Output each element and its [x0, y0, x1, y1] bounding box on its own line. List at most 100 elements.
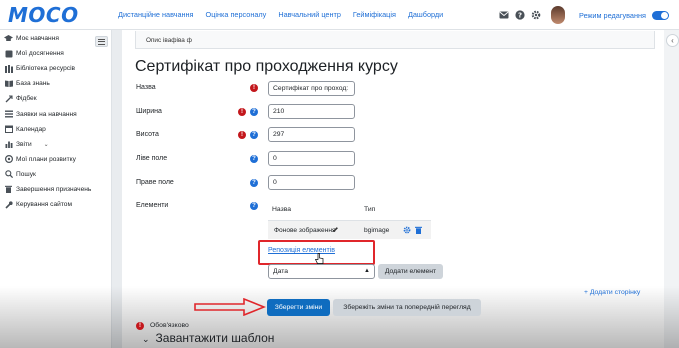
right-drawer-rail	[664, 30, 679, 348]
trophy-icon	[4, 50, 13, 58]
table-header-type: Тип	[364, 206, 376, 213]
table-row: Фонове зображення bgimage	[268, 220, 431, 239]
element-type-select-value: Дата	[273, 268, 289, 275]
hand-cursor-icon	[315, 253, 324, 264]
sidebar-item-label: Заявки на навчання	[16, 110, 77, 118]
sidebar-item-label: Завершення призначень	[16, 185, 92, 193]
sidebar-item-resource-library[interactable]: Бібліотека ресурсів	[0, 61, 111, 76]
required-icon: !	[250, 84, 258, 92]
element-type: bgimage	[364, 227, 390, 234]
edit-mode-toggle[interactable]	[652, 10, 669, 20]
trash-icon	[4, 185, 13, 194]
nav-link-assessment[interactable]: Оцінка персоналу	[200, 10, 273, 19]
element-type-select[interactable]: Дата ▲︎	[268, 264, 375, 279]
help-icon[interactable]: ?	[250, 131, 258, 139]
sidebar-item-label: Моє навчання	[16, 35, 59, 43]
edit-mode-label: Режим редагування	[579, 10, 646, 20]
element-name: Фонове зображення	[274, 227, 336, 234]
sidebar-item-label: Бібліотека ресурсів	[16, 65, 76, 73]
chevron-down-icon: ▲︎	[364, 268, 370, 274]
chevron-left-icon[interactable]: ‹	[666, 34, 679, 47]
left-sidebar: Моє навчання Мої досягнення Бібліотека р…	[0, 30, 112, 348]
sidebar-item-search[interactable]: Пошук	[0, 167, 111, 182]
nav-link-distance-learning[interactable]: Дистанційне навчання	[112, 10, 200, 19]
name-label: Назва	[136, 84, 156, 91]
wrench-icon	[4, 200, 13, 209]
page-title: Сертифікат про проходження курсу	[135, 58, 398, 75]
library-icon	[4, 64, 13, 73]
upload-template-section[interactable]: ⌄ Завантажити шаблон	[142, 331, 274, 345]
required-icon: !	[136, 322, 144, 330]
add-element-button[interactable]: Додати елемент	[378, 264, 443, 279]
search-icon	[4, 170, 13, 179]
sidebar-item-label: Мої досягнення	[16, 50, 64, 58]
help-icon[interactable]: ?	[250, 155, 258, 163]
required-note: Обов'язково	[150, 322, 189, 329]
gear-icon[interactable]	[403, 226, 411, 236]
graduation-cap-icon	[4, 35, 13, 43]
gear-icon[interactable]	[531, 10, 541, 20]
sidebar-item-reports[interactable]: Звіти ⌄	[0, 137, 111, 152]
help-icon[interactable]: ?	[250, 179, 258, 187]
svg-text:?: ?	[518, 11, 522, 19]
chevron-down-icon: ⌄	[142, 334, 150, 344]
sidebar-item-calendar[interactable]: Календар	[0, 122, 111, 137]
add-page-link[interactable]: + Додати сторінку	[584, 289, 640, 296]
sidebar-item-complete-assignments[interactable]: Завершення призначень	[0, 182, 111, 197]
table-header-name: Назва	[272, 206, 292, 213]
help-icon[interactable]: ?	[250, 108, 258, 116]
sidebar-item-label: База знань	[16, 80, 50, 88]
sidebar-item-label: Календар	[16, 125, 46, 133]
sidebar-item-development-plans[interactable]: Мої плани розвитку	[0, 152, 111, 167]
feedback-icon	[4, 95, 13, 103]
sidebar-item-label: Фідбек	[16, 95, 37, 103]
width-input[interactable]: 210	[268, 104, 355, 119]
name-input[interactable]: Сертифікат про проход:	[268, 81, 355, 96]
sidebar-item-feedback[interactable]: Фідбек	[0, 91, 111, 106]
user-avatar[interactable]	[551, 6, 566, 24]
sidebar-toggle-button[interactable]	[95, 36, 108, 47]
elements-label: Елементи	[136, 202, 169, 209]
required-icon: !	[238, 108, 246, 116]
sidebar-item-achievements[interactable]: Мої досягнення	[0, 46, 111, 61]
trash-icon[interactable]	[415, 226, 422, 236]
sidebar-item-training-requests[interactable]: Заявки на навчання	[0, 106, 111, 121]
calendar-icon	[4, 125, 13, 134]
sidebar-item-knowledge-base[interactable]: База знань	[0, 76, 111, 91]
height-input[interactable]: 297	[268, 127, 355, 142]
upload-template-heading: Завантажити шаблон	[155, 331, 275, 345]
right-margin-label: Праве поле	[136, 179, 174, 186]
sidebar-item-label: Керування сайтом	[16, 201, 72, 209]
description-box: Опис івафіва ф	[135, 31, 655, 49]
mail-icon[interactable]	[499, 10, 509, 20]
navbar-actions: ? Режим редагування	[499, 0, 669, 30]
height-label: Висота	[136, 131, 159, 138]
chart-icon	[4, 140, 13, 149]
sidebar-item-label: Мої плани розвитку	[16, 155, 76, 163]
save-and-preview-button[interactable]: Збережіть зміни та попередній перегляд	[333, 299, 481, 316]
nav-link-gamification[interactable]: Гейміфікація	[347, 10, 402, 19]
save-button[interactable]: Зберегти зміни	[267, 299, 330, 316]
help-icon[interactable]: ?	[250, 202, 258, 210]
nav-link-dashboards[interactable]: Дашборди	[402, 10, 449, 19]
left-margin-input[interactable]: 0	[268, 151, 355, 166]
left-margin-label: Ліве поле	[136, 155, 168, 162]
book-icon	[4, 80, 13, 88]
chevron-down-icon[interactable]: ⌄	[44, 141, 49, 148]
top-navbar: MOCO Дистанційне навчання Оцінка персона…	[0, 0, 679, 30]
right-margin-input[interactable]: 0	[268, 175, 355, 190]
red-arrow-icon	[194, 298, 266, 316]
moco-logo[interactable]: MOCO	[8, 3, 96, 27]
sidebar-item-label: Пошук	[16, 170, 36, 178]
list-icon	[4, 110, 13, 118]
required-icon: !	[238, 131, 246, 139]
width-label: Ширина	[136, 108, 162, 115]
help-icon[interactable]: ?	[515, 10, 525, 20]
pencil-icon[interactable]	[332, 226, 339, 235]
sidebar-item-site-admin[interactable]: Керування сайтом	[0, 197, 111, 212]
logo-text: MOCO	[8, 2, 79, 27]
plan-icon	[4, 155, 13, 164]
nav-link-training-center[interactable]: Навчальний центр	[272, 10, 347, 19]
sidebar-item-label: Звіти	[16, 140, 32, 148]
main-nav: Дистанційне навчання Оцінка персоналу На…	[112, 10, 449, 19]
